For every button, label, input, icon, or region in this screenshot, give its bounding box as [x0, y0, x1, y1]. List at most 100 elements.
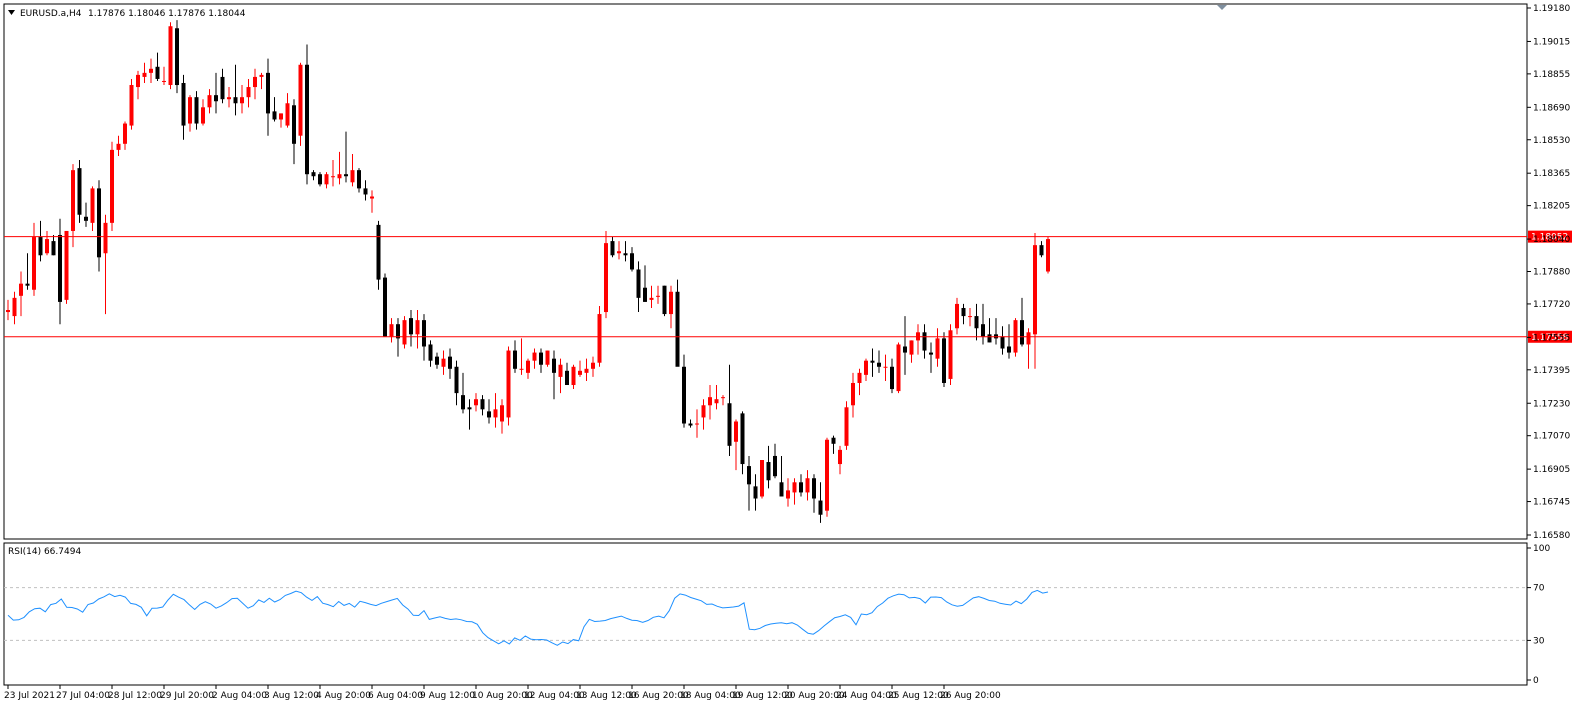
candle-body [19, 283, 23, 296]
candle-body [344, 174, 348, 177]
candle-body [896, 344, 901, 392]
candle-body [58, 235, 62, 302]
time-tick-label: 28 Jul 12:00 [108, 691, 162, 701]
price-tick-label: 1.17880 [1533, 268, 1570, 278]
rsi-axis: 100 70 30 0 [1527, 544, 1550, 686]
time-tick-label: 6 Aug 04:00 [368, 691, 423, 701]
candle-body [389, 324, 394, 337]
price-tick-label: 1.18690 [1533, 103, 1570, 113]
candle-body [129, 85, 134, 126]
candle-body [740, 413, 745, 465]
candle-body [480, 399, 485, 410]
price-tick-label: 1.19180 [1533, 4, 1570, 14]
candle-body [1046, 239, 1050, 272]
candle-body [396, 324, 400, 339]
candle-body [64, 230, 69, 300]
candle-body [116, 143, 121, 150]
candle-body [786, 490, 790, 499]
candle-body [188, 97, 192, 124]
candle-body [942, 338, 946, 383]
price-tick-label: 1.17230 [1533, 399, 1570, 409]
rsi-label: RSI(14) 66.7494 [8, 547, 81, 557]
candle-body [175, 28, 179, 86]
candle-body [818, 500, 823, 515]
candle-body [513, 350, 517, 369]
candle-body [474, 399, 478, 406]
candle-body [311, 172, 316, 177]
price-tick-label: 1.18530 [1533, 136, 1570, 146]
candle-body [103, 222, 108, 254]
price-tick-label: 1.17070 [1533, 432, 1570, 442]
candle-body [597, 314, 602, 363]
candle-body [370, 196, 374, 199]
candle-body [675, 291, 680, 367]
price-tick-label: 1.18855 [1533, 70, 1570, 80]
candle-body [571, 366, 576, 386]
candle-body [825, 439, 829, 511]
candle-body [292, 105, 296, 144]
candle-body [721, 397, 725, 399]
time-tick-label: 9 Aug 12:00 [420, 691, 475, 701]
candle-body [454, 366, 459, 394]
main-chart-frame[interactable] [3, 3, 1528, 540]
candle-body [747, 466, 751, 485]
candle-body [630, 253, 634, 270]
candle-body [753, 486, 758, 499]
candle-body [461, 395, 465, 410]
candle-body [1020, 320, 1024, 345]
price-tick-label: 1.18205 [1533, 202, 1570, 212]
candle-body [162, 80, 166, 82]
rsi-panel-frame[interactable] [3, 542, 1528, 686]
candle-body [500, 405, 504, 422]
candle-body [149, 68, 153, 73]
candle-body [578, 370, 582, 375]
candle-body [259, 74, 264, 77]
candle-body [233, 97, 238, 104]
candle-body [734, 421, 738, 442]
candle-body [558, 364, 563, 377]
price-tick-label: 1.17395 [1533, 366, 1570, 376]
candle-body [929, 352, 933, 355]
time-tick-label: 2 Aug 04:00 [212, 691, 267, 701]
candle-body [155, 66, 160, 79]
candle-body [799, 482, 803, 493]
price-tick-label: 1.16745 [1533, 498, 1570, 508]
candle-body [974, 316, 979, 329]
price-tick-label: 1.18040 [1533, 235, 1570, 245]
candle-body [831, 437, 836, 444]
candle-body [12, 297, 17, 317]
candle-body [844, 407, 849, 446]
candle-body [961, 307, 966, 317]
chart-canvas[interactable]: EURUSD.a,H4 1.17876 1.18046 1.17876 1.18… [0, 0, 1576, 708]
candle-body [649, 297, 654, 300]
candle-body [682, 366, 686, 424]
candle-body [279, 113, 283, 120]
candle-body [1033, 245, 1037, 335]
time-tick-label: 3 Aug 12:00 [264, 691, 319, 701]
candle-body [584, 368, 589, 373]
candle-body [220, 76, 225, 100]
candle-body [422, 320, 426, 347]
candle-body [565, 370, 569, 386]
candle-body [376, 224, 381, 280]
candle-body [877, 362, 881, 367]
candle-body [870, 360, 875, 363]
candle-body [955, 303, 959, 329]
candle-body [45, 239, 49, 254]
time-tick-label: 4 Aug 20:00 [316, 691, 371, 701]
candle-body [363, 188, 368, 195]
candle-body [194, 97, 199, 124]
candle-body [181, 82, 186, 126]
candle-body [246, 87, 251, 98]
candle-body [51, 241, 56, 256]
price-tick-label: 1.17720 [1533, 300, 1570, 310]
candle-body [350, 170, 355, 183]
candle-body [402, 320, 407, 345]
candle-body [6, 310, 10, 313]
candle-body [935, 338, 940, 359]
candle-body [714, 399, 719, 404]
candle-body [643, 287, 647, 302]
time-tick-label: 23 Jul 2021 [4, 691, 55, 701]
candle-body [708, 397, 712, 406]
candle-body [227, 97, 231, 100]
